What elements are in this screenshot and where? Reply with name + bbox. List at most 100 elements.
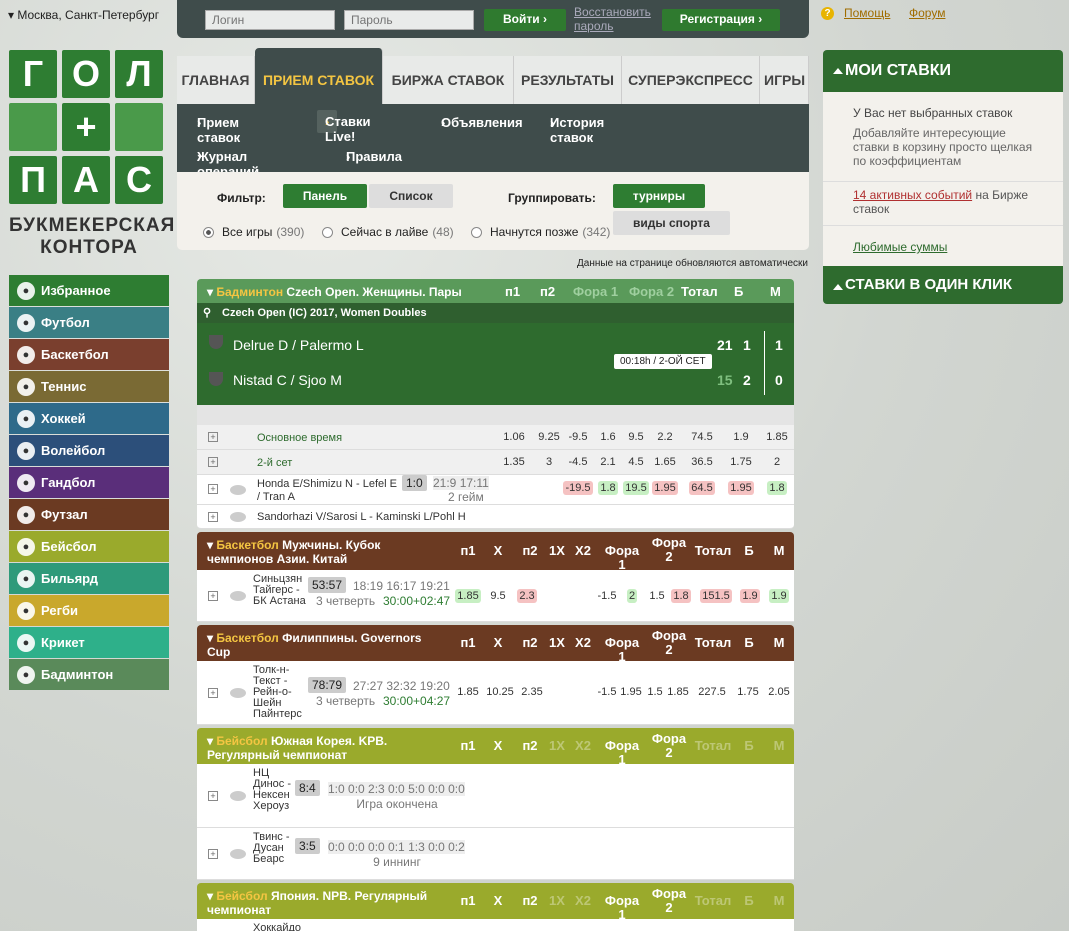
team-names[interactable]: НЦ Динос - Нексен Хероуз xyxy=(253,768,293,812)
odds-cell[interactable]: 1.95 xyxy=(725,481,757,495)
subnav-item[interactable]: История ставок › xyxy=(550,115,604,145)
odds-cell[interactable]: 1.75 xyxy=(729,456,753,468)
odds-cell[interactable]: 1.85 xyxy=(451,589,485,603)
odds-cell[interactable]: 9.5 xyxy=(624,431,648,443)
odds-cell[interactable]: 3 xyxy=(537,456,561,468)
eye-icon[interactable] xyxy=(230,688,246,698)
expand-plus-icon[interactable]: + xyxy=(208,432,218,442)
expand-plus-icon[interactable]: + xyxy=(208,457,218,467)
odds-cell[interactable]: 1.85 xyxy=(765,431,789,443)
list-button[interactable]: Список xyxy=(369,184,453,208)
sport-item[interactable]: ● Футзал xyxy=(9,499,169,530)
odds-cell[interactable]: 4.5 xyxy=(624,456,648,468)
forum-link[interactable]: Форум xyxy=(909,6,945,20)
odds-cell[interactable]: 1.35 xyxy=(502,456,526,468)
eye-icon[interactable] xyxy=(230,791,246,801)
sport-item[interactable]: ● Бадминтон xyxy=(9,659,169,690)
match-name[interactable]: Honda E/Shimizu N - Lefel E / Tran A xyxy=(257,478,397,504)
nav-tab[interactable]: ГЛАВНАЯ xyxy=(177,56,255,104)
sport-item[interactable]: ● Футбол xyxy=(9,307,169,338)
eye-icon[interactable] xyxy=(230,485,246,495)
section-header[interactable]: ▾ Бадминтон Czech Open. Женщины. Пары п1… xyxy=(197,279,794,303)
favorite-sums-link[interactable]: Любимые суммы xyxy=(853,240,947,254)
expand-plus-icon[interactable]: + xyxy=(208,791,218,801)
odds-cell[interactable]: 2.2 xyxy=(653,431,677,443)
odds-cell[interactable]: -9.5 xyxy=(566,431,590,443)
expand-plus-icon[interactable]: + xyxy=(208,688,218,698)
help-link[interactable]: Помощь xyxy=(844,6,890,20)
eye-icon[interactable] xyxy=(230,849,246,859)
eye-icon[interactable] xyxy=(230,512,246,522)
odds-cell[interactable]: 74.5 xyxy=(690,431,714,443)
expand-plus-icon[interactable]: + xyxy=(208,512,218,522)
one-click-header[interactable]: СТАВКИ В ОДИН КЛИК xyxy=(823,266,1063,304)
odds-cell[interactable]: 2.05 xyxy=(762,686,796,698)
odds-cell[interactable]: 10.25 xyxy=(483,686,517,698)
group-sports-button[interactable]: виды спорта xyxy=(613,211,730,235)
odds-cell[interactable]: 1.9 xyxy=(729,431,753,443)
odds-cell[interactable]: 2 xyxy=(765,456,789,468)
radio-all-games[interactable]: Все игры (390) xyxy=(203,225,304,239)
odds-cell[interactable]: 1.8 xyxy=(761,481,793,495)
odds-cell[interactable]: 1.95 xyxy=(649,481,681,495)
odds-cell[interactable]: 1.9 xyxy=(762,589,796,603)
team-names[interactable]: Толк-н-Текст - Рейн-о-Шейн Пайнтерс xyxy=(253,665,307,720)
odds-cell[interactable]: 2.1 xyxy=(596,456,620,468)
login-button[interactable]: Войти › xyxy=(484,9,566,31)
section-header[interactable]: ▾ Бейсбол Южная Корея. KPB. Регулярный ч… xyxy=(197,728,794,767)
section-header[interactable]: ▾ Бейсбол Япония. NPB. Регулярный чемпио… xyxy=(197,883,794,922)
panel-button[interactable]: Панель xyxy=(283,184,367,208)
expand-chevron-icon[interactable]: ⌄ xyxy=(197,392,794,425)
team-names[interactable]: Синьцзян Тайгерс - БК Астана xyxy=(253,574,307,607)
expand-plus-icon[interactable]: + xyxy=(208,849,218,859)
subnav-item[interactable]: Объявления › xyxy=(441,115,523,130)
odds-cell[interactable]: 9.25 xyxy=(537,431,561,443)
odds-cell[interactable]: -19.5 xyxy=(562,481,594,495)
my-bets-header[interactable]: МОИ СТАВКИ xyxy=(823,50,1063,92)
odds-cell[interactable]: 1.6 xyxy=(596,431,620,443)
password-input[interactable] xyxy=(344,10,474,30)
odds-cell[interactable]: 2.3 xyxy=(510,589,544,603)
radio-live-now[interactable]: Сейчас в лайве (48) xyxy=(322,225,454,239)
odds-cell[interactable]: 36.5 xyxy=(690,456,714,468)
sport-item[interactable]: ● Гандбол xyxy=(9,467,169,498)
nav-tab[interactable]: БИРЖА СТАВОК xyxy=(383,56,514,104)
section-header[interactable]: ▾ Баскетбол Филиппины. Governors Cup п1 Хп… xyxy=(197,625,794,664)
sport-item[interactable]: ● Регби xyxy=(9,595,169,626)
odds-cell[interactable]: 227.5 xyxy=(695,686,729,698)
sport-item[interactable]: ● Хоккей xyxy=(9,403,169,434)
nav-tab[interactable]: ИГРЫ xyxy=(760,56,809,104)
sport-item[interactable]: ● Баскетбол xyxy=(9,339,169,370)
nav-tab[interactable]: ПРИЕМ СТАВОК xyxy=(255,48,383,104)
odds-cell[interactable]: 2.35 xyxy=(515,686,549,698)
subnav-item-live[interactable]: Ставки Live! › xyxy=(317,110,370,144)
odds-cell[interactable]: 1.75 xyxy=(731,686,765,698)
sport-item[interactable]: ● Крикет xyxy=(9,627,169,658)
subnav-item[interactable]: Прием ставок › xyxy=(197,115,240,145)
odds-cell[interactable]: 151.5 xyxy=(699,589,733,603)
sport-item[interactable]: ● Теннис xyxy=(9,371,169,402)
city-selector[interactable]: ▾ Москва, Санкт-Петербург xyxy=(8,8,159,22)
login-input[interactable] xyxy=(205,10,335,30)
odds-cell[interactable]: 1.8 xyxy=(664,589,698,603)
group-tournaments-button[interactable]: турниры xyxy=(613,184,705,208)
section-header[interactable]: ▾ Баскетбол Мужчины. Кубок чемпионов Ази… xyxy=(197,532,794,572)
team-names[interactable]: Хоккайдо Файтерс - Ракутен xyxy=(253,923,301,931)
radio-later[interactable]: Начнутся позже (342) xyxy=(471,225,610,239)
nav-tab[interactable]: РЕЗУЛЬТАТЫ xyxy=(514,56,622,104)
sport-item[interactable]: ● Бейсбол xyxy=(9,531,169,562)
expand-plus-icon[interactable]: + xyxy=(208,484,218,494)
odds-cell[interactable]: -4.5 xyxy=(566,456,590,468)
match-name[interactable]: Sandorhazi V/Sarosi L - Kaminski L/Pohl … xyxy=(257,511,466,523)
team-names[interactable]: Твинс - Дусан Беарс xyxy=(253,832,293,865)
subnav-item[interactable]: Журнал операций › xyxy=(197,149,259,179)
odds-cell[interactable]: 1.85 xyxy=(661,686,695,698)
restore-password-link[interactable]: Восстановить пароль xyxy=(574,5,654,33)
odds-cell[interactable]: 1.06 xyxy=(502,431,526,443)
active-events-link[interactable]: 14 активных событий xyxy=(853,188,972,202)
odds-cell[interactable]: 1.85 xyxy=(451,686,485,698)
expand-plus-icon[interactable]: + xyxy=(208,591,218,601)
sport-item[interactable]: ● Волейбол xyxy=(9,435,169,466)
eye-icon[interactable] xyxy=(230,591,246,601)
odds-cell[interactable]: 64.5 xyxy=(686,481,718,495)
